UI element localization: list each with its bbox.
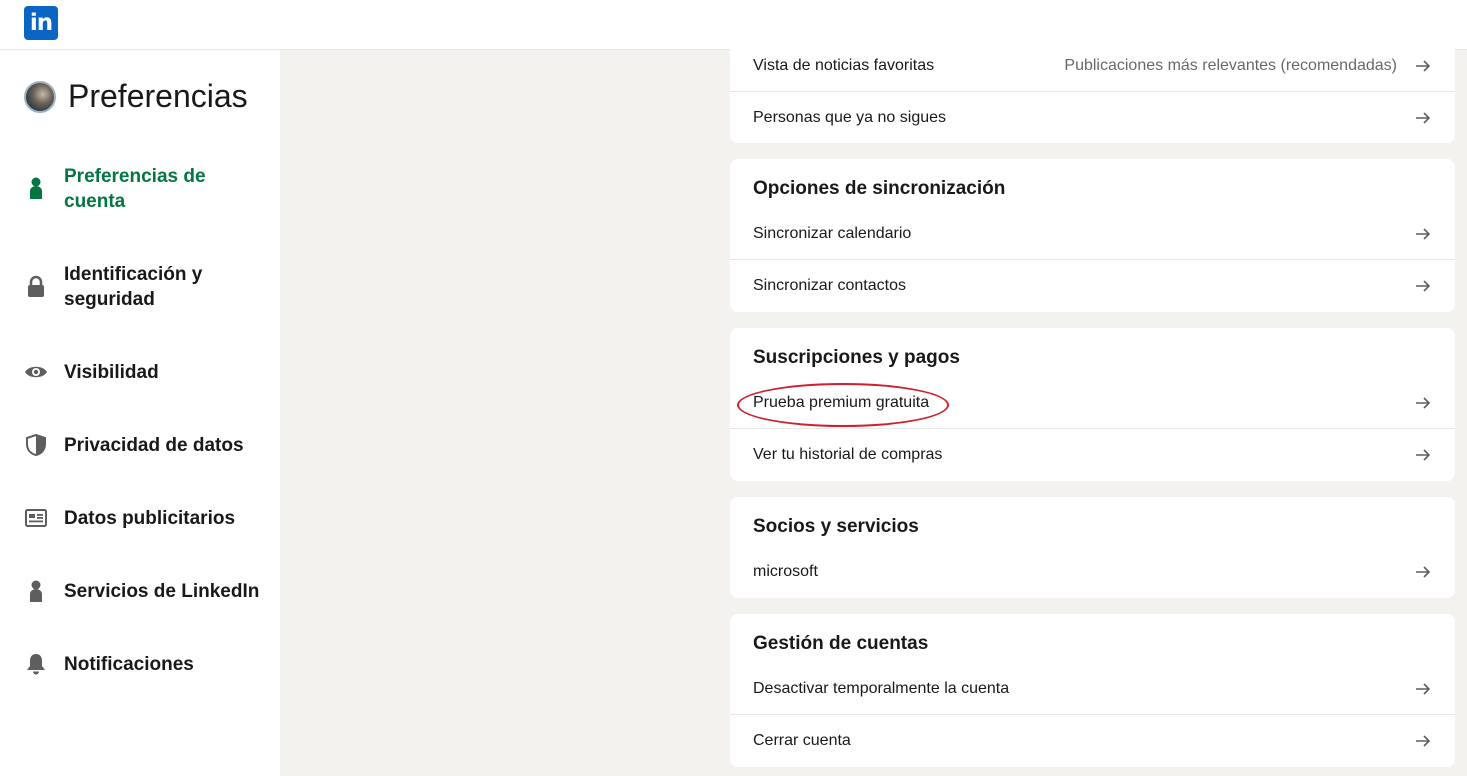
sidebar-item-label: Datos publicitarios (64, 508, 236, 529)
sync-options-card: Opciones de sincronización Sincronizar c… (730, 159, 1455, 312)
arrow-right-icon (1415, 58, 1431, 74)
sidebar-item-linkedin-services[interactable]: Servicios de LinkedIn (24, 579, 264, 604)
sidebar-item-label: Servicios de LinkedIn (64, 581, 260, 602)
row-value: Publicaciones más relevantes (recomendad… (1064, 57, 1397, 74)
arrow-right-icon (1415, 681, 1431, 697)
sidebar-item-data-privacy[interactable]: Privacidad de datos (24, 433, 264, 458)
favorite-feed-view-row[interactable]: Vista de noticias favoritas Publicacione… (730, 40, 1455, 92)
row-label: microsoft (753, 563, 818, 580)
section-title: Socios y servicios (753, 516, 919, 537)
free-premium-trial-row[interactable]: Prueba premium gratuita (730, 377, 1455, 429)
section-title: Opciones de sincronización (753, 178, 1006, 199)
arrow-right-icon (1415, 278, 1431, 294)
sidebar-item-label: Preferencias de cuenta (64, 166, 206, 212)
account-management-card: Gestión de cuentas Desactivar temporalme… (730, 614, 1455, 767)
sidebar-item-label: Notificaciones (64, 654, 194, 675)
general-preferences-card: Vista de noticias favoritas Publicacione… (730, 40, 1455, 143)
person-icon (24, 176, 48, 200)
row-label: Cerrar cuenta (753, 731, 851, 749)
arrow-right-icon (1415, 226, 1431, 242)
newspaper-icon (24, 506, 48, 530)
sidebar-item-advertising-data[interactable]: Datos publicitarios (24, 506, 264, 531)
section-title: Gestión de cuentas (753, 633, 929, 654)
avatar[interactable] (24, 80, 56, 113)
settings-sidebar: Preferencias Preferencias de cuenta Iden… (0, 50, 280, 776)
arrow-right-icon (1415, 564, 1431, 580)
unfollowed-people-row[interactable]: Personas que ya no sigues (730, 91, 1455, 143)
arrow-right-icon (1415, 447, 1431, 463)
eye-icon (24, 360, 48, 384)
linkedin-logo-icon[interactable]: in (24, 6, 58, 40)
row-label: Sincronizar calendario (753, 225, 912, 242)
row-label: Vista de noticias favoritas (753, 57, 935, 74)
microsoft-row[interactable]: microsoft (730, 546, 1455, 598)
sidebar-item-notifications[interactable]: Notificaciones (24, 652, 264, 677)
row-label: Sincronizar contactos (753, 276, 906, 294)
bell-icon (24, 652, 48, 676)
row-label: Desactivar temporalmente la cuenta (753, 680, 1010, 697)
purchase-history-row[interactable]: Ver tu historial de compras (730, 428, 1455, 480)
row-label: Ver tu historial de compras (753, 445, 943, 463)
close-account-row[interactable]: Cerrar cuenta (730, 714, 1455, 766)
sidebar-item-account-preferences[interactable]: Preferencias de cuenta (24, 164, 264, 214)
page-title: Preferencias (68, 78, 248, 114)
section-title: Suscripciones y pagos (753, 347, 960, 368)
sidebar-item-label: Privacidad de datos (64, 435, 244, 456)
sidebar-item-label: Visibilidad (64, 362, 159, 383)
sidebar-item-sign-in-security[interactable]: Identificación y seguridad (24, 262, 264, 312)
row-label: Personas que ya no sigues (753, 108, 947, 126)
sync-contacts-row[interactable]: Sincronizar contactos (730, 259, 1455, 311)
sidebar-header: Preferencias (24, 78, 248, 115)
deactivate-account-row[interactable]: Desactivar temporalmente la cuenta (730, 663, 1455, 715)
shield-icon (24, 433, 48, 457)
arrow-right-icon (1415, 110, 1431, 126)
subscriptions-payments-card: Suscripciones y pagos Prueba premium gra… (730, 328, 1455, 481)
row-label: Prueba premium gratuita (753, 394, 930, 411)
lock-icon (24, 274, 48, 298)
sidebar-item-label: Identificación y seguridad (64, 264, 203, 310)
person-icon (24, 579, 48, 603)
arrow-right-icon (1415, 395, 1431, 411)
arrow-right-icon (1415, 733, 1431, 749)
sync-calendar-row[interactable]: Sincronizar calendario (730, 208, 1455, 260)
sidebar-item-visibility[interactable]: Visibilidad (24, 360, 264, 385)
partners-services-card: Socios y servicios microsoft (730, 497, 1455, 598)
